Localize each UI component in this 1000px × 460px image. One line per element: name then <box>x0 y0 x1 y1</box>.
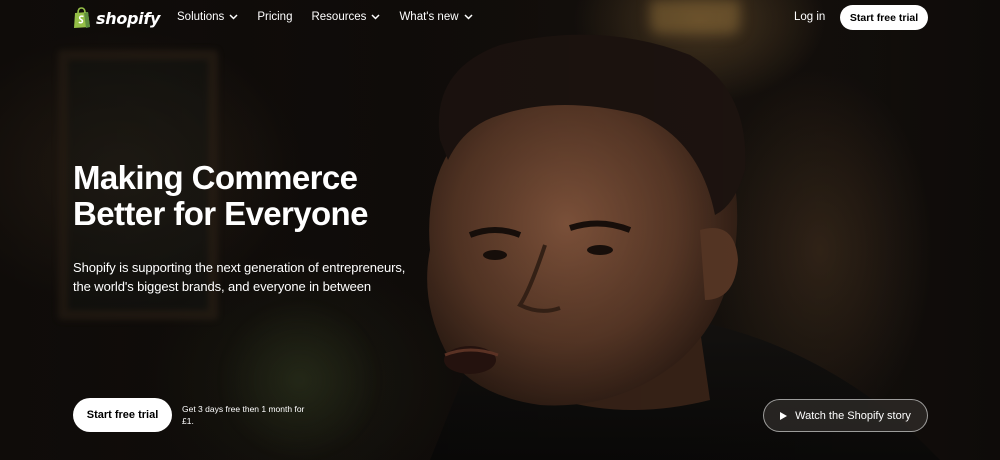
shopping-bag-icon <box>74 7 90 28</box>
login-link[interactable]: Log in <box>794 11 825 23</box>
nav-links: Solutions Pricing Resources What's new <box>177 11 473 23</box>
logo-wordmark: shopify <box>96 8 161 28</box>
nav-item-resources[interactable]: Resources <box>311 11 380 23</box>
watch-story-button[interactable]: Watch the Shopify story <box>763 399 928 432</box>
start-free-trial-button-nav[interactable]: Start free trial <box>840 5 928 30</box>
hero-headline-line-1: Making Commerce <box>73 159 358 196</box>
shopify-logo[interactable]: shopify <box>72 7 160 29</box>
hero-headline: Making Commerce Better for Everyone <box>73 160 413 232</box>
hero-subtext-line-1: Shopify is supporting the next generatio… <box>73 260 406 275</box>
watch-story-label: Watch the Shopify story <box>795 409 911 422</box>
nav-item-solutions[interactable]: Solutions <box>177 11 238 23</box>
trial-promo-text: Get 3 days free then 1 month for £1. <box>182 404 305 426</box>
nav-item-label: Resources <box>311 11 367 23</box>
top-navigation: shopify Solutions Pricing Resources What… <box>0 0 1000 36</box>
start-free-trial-button[interactable]: Start free trial <box>73 398 172 432</box>
nav-item-whats-new[interactable]: What's new <box>399 11 473 23</box>
hero-subtext: Shopify is supporting the next generatio… <box>73 258 433 296</box>
nav-item-label: What's new <box>399 11 459 23</box>
chevron-down-icon <box>463 14 473 20</box>
nav-item-label: Pricing <box>257 11 293 23</box>
nav-item-label: Solutions <box>177 11 225 23</box>
chevron-down-icon <box>229 14 238 20</box>
nav-item-pricing[interactable]: Pricing <box>257 11 292 23</box>
play-icon <box>780 411 788 420</box>
hero-section: shopify Solutions Pricing Resources What… <box>0 0 1000 460</box>
hero-headline-line-2: Better for Everyone <box>73 195 368 232</box>
hero-subtext-line-2: the world's biggest brands, and everyone… <box>73 279 372 294</box>
chevron-down-icon <box>371 14 380 20</box>
